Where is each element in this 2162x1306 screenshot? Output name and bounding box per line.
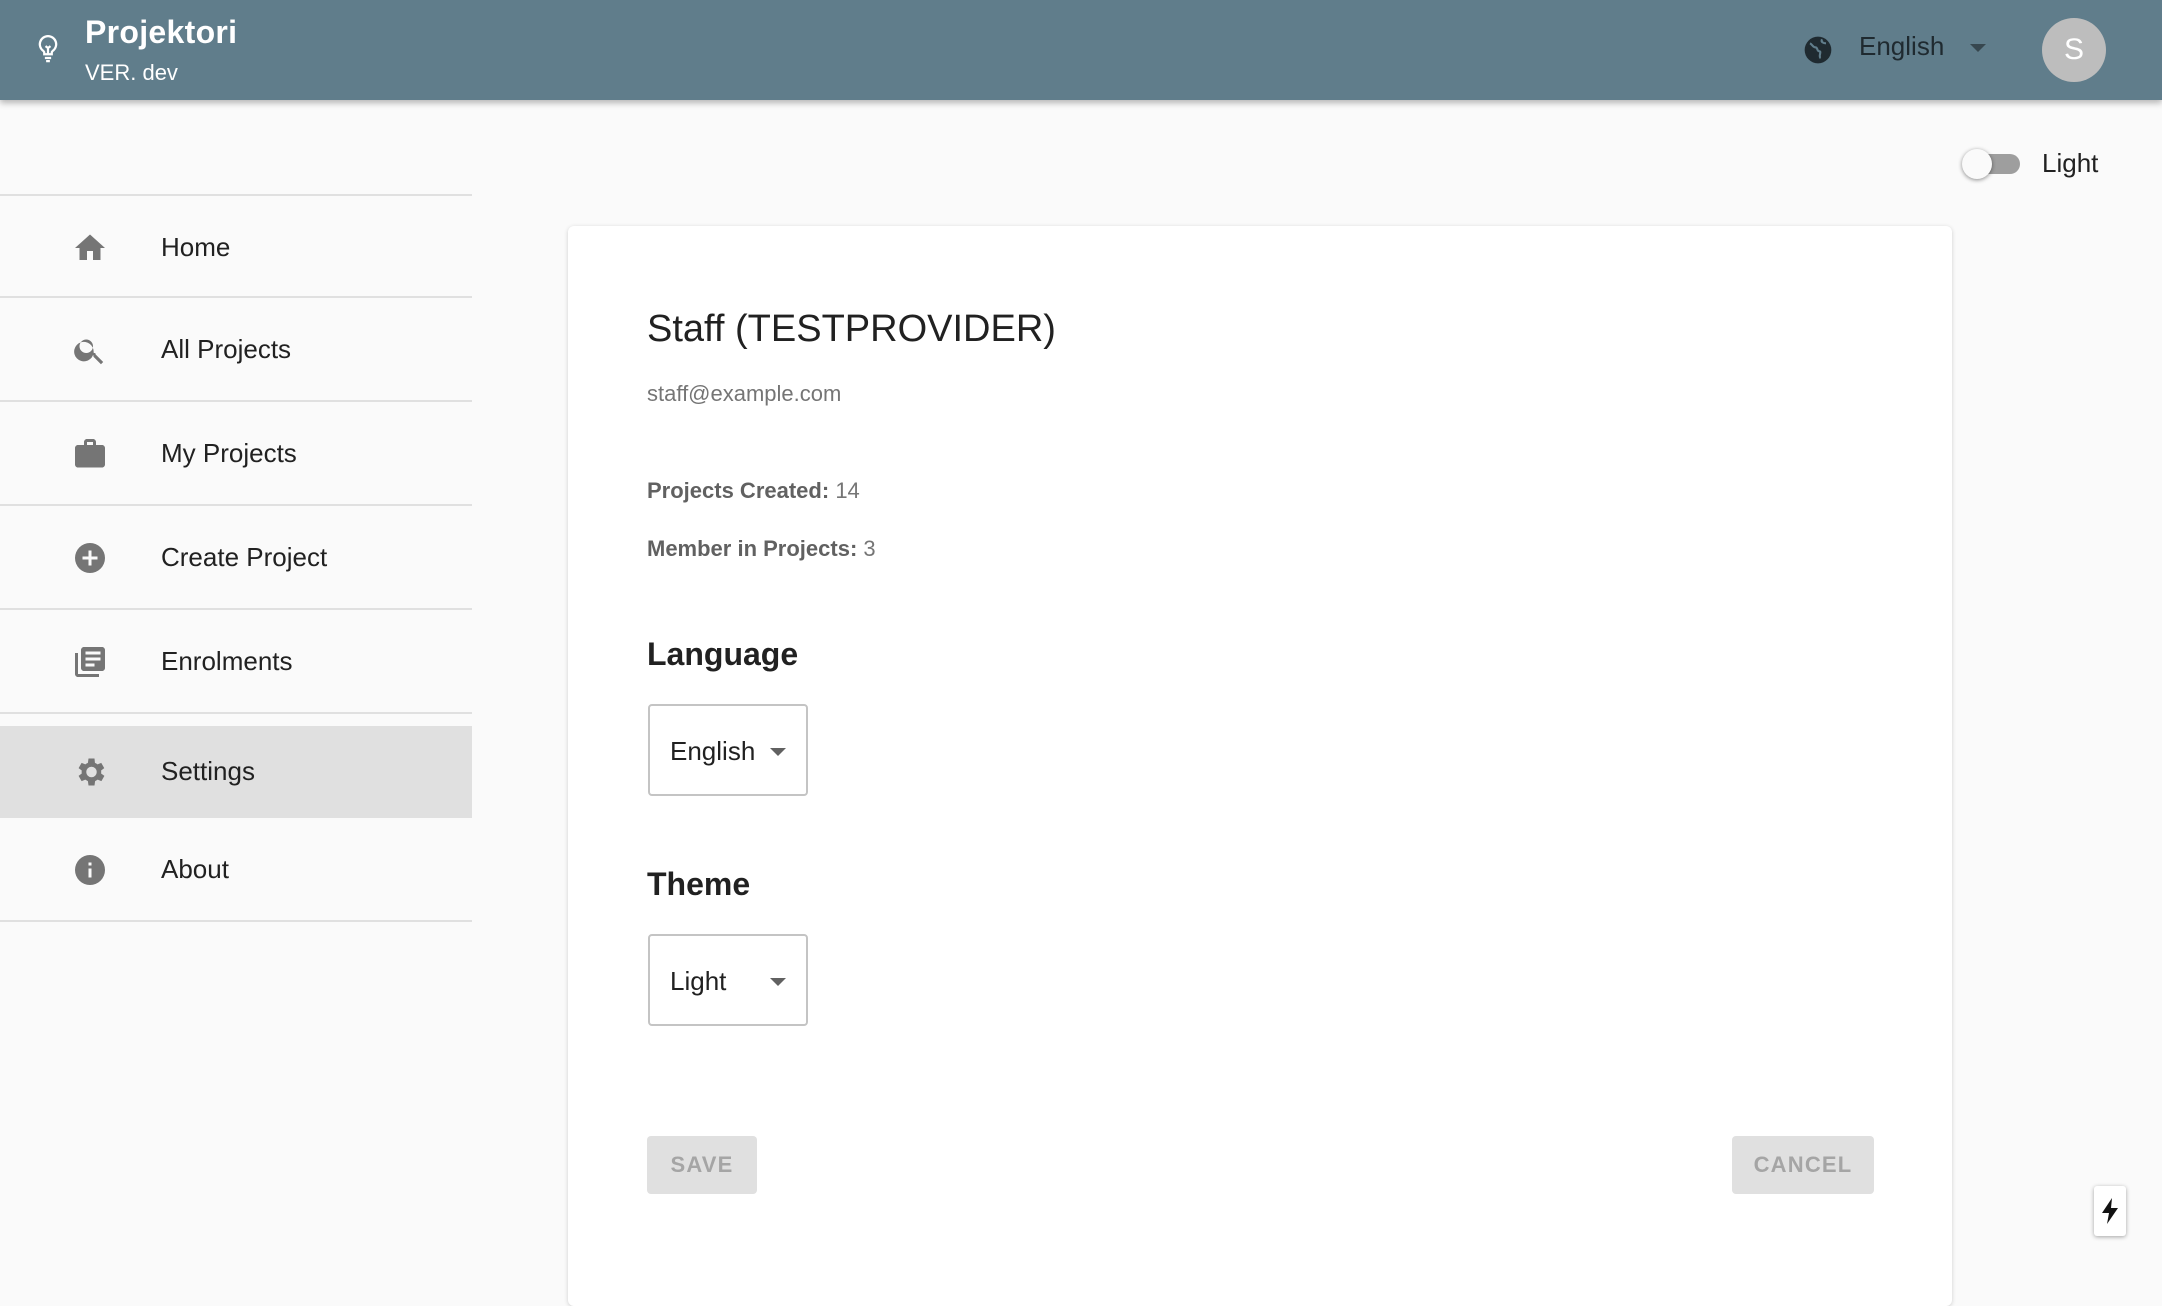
sidebar-item-label: All Projects [161, 334, 292, 364]
theme-switch[interactable] [1962, 148, 2024, 179]
app-title[interactable]: Projektori [85, 14, 237, 51]
settings-card: Staff (TESTPROVIDER) staff@example.com P… [568, 226, 1952, 1306]
member-in-projects-label: Member in Projects: [647, 536, 858, 561]
home-icon [72, 230, 108, 266]
search-icon [72, 332, 108, 368]
projects-created-value: 14 [835, 478, 860, 503]
member-in-projects-value: 3 [863, 536, 876, 561]
theme-switch-label: Light [2042, 148, 2099, 178]
sidebar-item-my-projects[interactable]: My Projects [0, 402, 472, 506]
save-button[interactable]: SAVE [647, 1136, 757, 1194]
library-books-icon [72, 644, 108, 680]
lightning-icon [2102, 1198, 2118, 1224]
sidebar-item-home[interactable]: Home [0, 194, 472, 298]
globe-icon[interactable] [1802, 34, 1834, 66]
sidebar: Home All Projects My Projects Create Pro… [0, 194, 472, 922]
language-select-value: English [670, 736, 756, 766]
sidebar-item-label: Create Project [161, 542, 328, 572]
sidebar-item-label: Enrolments [161, 646, 293, 676]
sidebar-item-create-project[interactable]: Create Project [0, 506, 472, 610]
projects-created-stat: Projects Created: 14 [647, 478, 860, 504]
avatar[interactable]: S [2042, 18, 2106, 82]
sidebar-item-label: Settings [161, 756, 255, 786]
devtools-button[interactable] [2094, 1186, 2126, 1236]
sidebar-item-all-projects[interactable]: All Projects [0, 298, 472, 402]
user-name: Staff (TESTPROVIDER) [647, 308, 1056, 350]
theme-heading: Theme [647, 866, 751, 902]
info-icon [72, 852, 108, 888]
language-select[interactable]: English [648, 704, 808, 796]
sidebar-item-label: My Projects [161, 438, 297, 468]
sidebar-item-label: Home [161, 232, 231, 262]
gear-icon [72, 754, 108, 790]
cancel-button[interactable]: CANCEL [1732, 1136, 1874, 1194]
language-selector[interactable]: English [1859, 31, 1944, 62]
briefcase-icon [72, 436, 108, 472]
sidebar-item-enrolments[interactable]: Enrolments [0, 610, 472, 714]
chevron-down-icon[interactable] [1970, 44, 1986, 52]
switch-thumb[interactable] [1962, 149, 1992, 179]
theme-select[interactable]: Light [648, 934, 808, 1026]
chevron-down-icon [770, 978, 786, 986]
member-in-projects-stat: Member in Projects: 3 [647, 536, 876, 562]
sidebar-item-label: About [161, 854, 229, 884]
user-email: staff@example.com [647, 381, 842, 406]
app-bar: Projektori VER. dev English S [0, 0, 2162, 100]
chevron-down-icon [770, 748, 786, 756]
add-circle-icon [72, 540, 108, 576]
projects-created-label: Projects Created: [647, 478, 830, 503]
lightbulb-icon [33, 30, 63, 66]
language-heading: Language [647, 636, 799, 672]
theme-select-value: Light [670, 966, 727, 996]
sidebar-item-settings[interactable]: Settings [0, 714, 472, 818]
sidebar-item-about[interactable]: About [0, 818, 472, 922]
app-version: VER. dev [85, 60, 178, 85]
